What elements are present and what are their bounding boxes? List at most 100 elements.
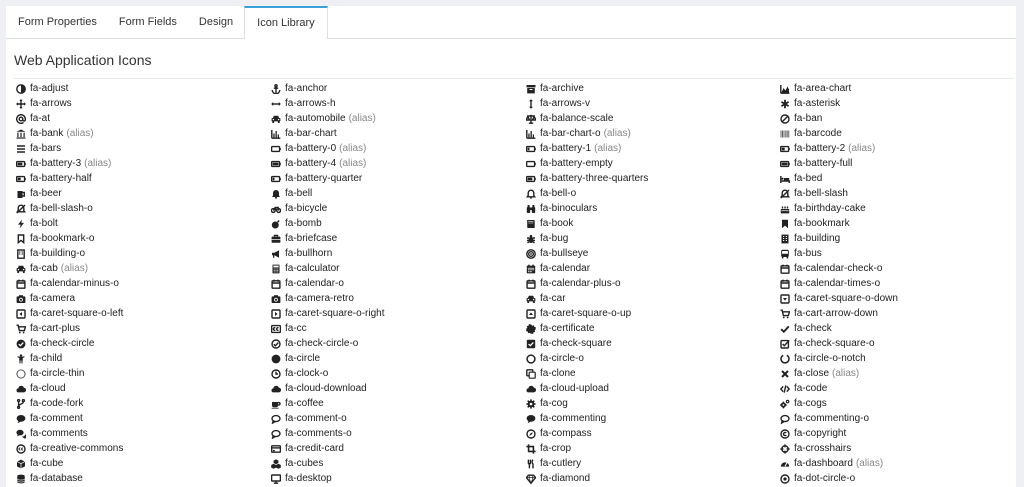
icon-list-item[interactable]: fa-cogs (780, 396, 1010, 411)
icon-list-item[interactable]: fa-clock-o (271, 366, 526, 381)
icon-list-item[interactable]: fa-crosshairs (780, 441, 1010, 456)
icon-list-item[interactable]: fa-database (16, 471, 271, 486)
icon-list-item[interactable]: fa-book (526, 216, 780, 231)
icon-list-item[interactable]: fa-circle-thin (16, 366, 271, 381)
tab-form-properties[interactable]: Form Properties (6, 6, 108, 38)
icon-list-item[interactable]: fa-arrows-h (271, 96, 526, 111)
icon-list-item[interactable]: fa-bed (780, 171, 1010, 186)
icon-list-item[interactable]: fa-calendar-times-o (780, 276, 1010, 291)
icon-list-item[interactable]: fa-circle-o-notch (780, 351, 1010, 366)
icon-list-item[interactable]: fa-arrows (16, 96, 271, 111)
icon-list-item[interactable]: fa-creative-commons (16, 441, 271, 456)
icon-list-item[interactable]: fa-caret-square-o-down (780, 291, 1010, 306)
icon-list-item[interactable]: fa-birthday-cake (780, 201, 1010, 216)
icon-list-item[interactable]: fa-bank (alias) (16, 126, 271, 141)
icon-list-item[interactable]: fa-briefcase (271, 231, 526, 246)
icon-list-item[interactable]: fa-comment (16, 411, 271, 426)
icon-list-item[interactable]: fa-bell (271, 186, 526, 201)
icon-list-item[interactable]: fa-arrows-v (526, 96, 780, 111)
icon-list-item[interactable]: fa-camera-retro (271, 291, 526, 306)
icon-list-item[interactable]: fa-calendar-check-o (780, 261, 1010, 276)
icon-list-item[interactable]: fa-bullhorn (271, 246, 526, 261)
icon-list-item[interactable]: fa-archive (526, 81, 780, 96)
icon-list-item[interactable]: fa-commenting (526, 411, 780, 426)
icon-list-item[interactable]: fa-close (alias) (780, 366, 1010, 381)
icon-list-item[interactable]: fa-calendar (526, 261, 780, 276)
icon-list-item[interactable]: fa-bell-o (526, 186, 780, 201)
icon-list-item[interactable]: fa-bookmark-o (16, 231, 271, 246)
icon-list-item[interactable]: fa-caret-square-o-right (271, 306, 526, 321)
icon-list-item[interactable]: fa-cloud (16, 381, 271, 396)
icon-list-item[interactable]: fa-calendar-o (271, 276, 526, 291)
icon-list-item[interactable]: fa-battery-three-quarters (526, 171, 780, 186)
icon-list-item[interactable]: fa-caret-square-o-up (526, 306, 780, 321)
icon-list-item[interactable]: fa-calendar-plus-o (526, 276, 780, 291)
icon-list-item[interactable]: fa-at (16, 111, 271, 126)
icon-list-item[interactable]: fa-battery-2 (alias) (780, 141, 1010, 156)
icon-list-item[interactable]: fa-coffee (271, 396, 526, 411)
icon-list-item[interactable]: fa-bars (16, 141, 271, 156)
icon-list-item[interactable]: fa-battery-4 (alias) (271, 156, 526, 171)
icon-list-item[interactable]: fa-area-chart (780, 81, 1010, 96)
icon-list-item[interactable]: fa-bar-chart-o (alias) (526, 126, 780, 141)
icon-list-item[interactable]: fa-cloud-upload (526, 381, 780, 396)
icon-list-item[interactable]: fa-compass (526, 426, 780, 441)
icon-list-item[interactable]: fa-building (780, 231, 1010, 246)
icon-list-item[interactable]: fa-commenting-o (780, 411, 1010, 426)
icon-list-item[interactable]: fa-cab (alias) (16, 261, 271, 276)
tab-icon-library[interactable]: Icon Library (244, 6, 328, 39)
icon-list-item[interactable]: fa-desktop (271, 471, 526, 486)
icon-list-item[interactable]: fa-anchor (271, 81, 526, 96)
icon-list-item[interactable]: fa-check-circle-o (271, 336, 526, 351)
icon-list-item[interactable]: fa-caret-square-o-left (16, 306, 271, 321)
icon-list-item[interactable]: fa-bullseye (526, 246, 780, 261)
icon-list-item[interactable]: fa-adjust (16, 81, 271, 96)
icon-list-item[interactable]: fa-diamond (526, 471, 780, 486)
icon-list-item[interactable]: fa-asterisk (780, 96, 1010, 111)
icon-list-item[interactable]: fa-dot-circle-o (780, 471, 1010, 486)
icon-list-item[interactable]: fa-cube (16, 456, 271, 471)
icon-list-item[interactable]: fa-comments (16, 426, 271, 441)
icon-list-item[interactable]: fa-circle (271, 351, 526, 366)
icon-list-item[interactable]: fa-cubes (271, 456, 526, 471)
icon-list-item[interactable]: fa-battery-3 (alias) (16, 156, 271, 171)
icon-list-item[interactable]: fa-bicycle (271, 201, 526, 216)
icon-list-item[interactable]: fa-battery-half (16, 171, 271, 186)
icon-list-item[interactable]: fa-bookmark (780, 216, 1010, 231)
icon-list-item[interactable]: fa-code (780, 381, 1010, 396)
icon-list-item[interactable]: fa-cloud-download (271, 381, 526, 396)
icon-list-item[interactable]: fa-cc (271, 321, 526, 336)
icon-list-item[interactable]: fa-battery-0 (alias) (271, 141, 526, 156)
icon-list-item[interactable]: fa-calculator (271, 261, 526, 276)
icon-list-item[interactable]: fa-clone (526, 366, 780, 381)
tab-form-fields[interactable]: Form Fields (108, 6, 188, 38)
icon-list-item[interactable]: fa-binoculars (526, 201, 780, 216)
icon-list-item[interactable]: fa-comment-o (271, 411, 526, 426)
icon-list-item[interactable]: fa-battery-1 (alias) (526, 141, 780, 156)
icon-list-item[interactable]: fa-check-square-o (780, 336, 1010, 351)
icon-list-item[interactable]: fa-bus (780, 246, 1010, 261)
icon-list-item[interactable]: fa-dashboard (alias) (780, 456, 1010, 471)
icon-list-item[interactable]: fa-certificate (526, 321, 780, 336)
icon-list-item[interactable]: fa-automobile (alias) (271, 111, 526, 126)
icon-list-item[interactable]: fa-check-circle (16, 336, 271, 351)
icon-list-item[interactable]: fa-calendar-minus-o (16, 276, 271, 291)
icon-list-item[interactable]: fa-beer (16, 186, 271, 201)
icon-list-item[interactable]: fa-code-fork (16, 396, 271, 411)
tab-design[interactable]: Design (188, 6, 244, 38)
icon-list-item[interactable]: fa-building-o (16, 246, 271, 261)
icon-list-item[interactable]: fa-barcode (780, 126, 1010, 141)
icon-list-item[interactable]: fa-bug (526, 231, 780, 246)
icon-list-item[interactable]: fa-credit-card (271, 441, 526, 456)
icon-list-item[interactable]: fa-camera (16, 291, 271, 306)
icon-list-item[interactable]: fa-cog (526, 396, 780, 411)
icon-list-item[interactable]: fa-car (526, 291, 780, 306)
icon-list-item[interactable]: fa-crop (526, 441, 780, 456)
icon-list-item[interactable]: fa-cart-plus (16, 321, 271, 336)
icon-list-item[interactable]: fa-copyright (780, 426, 1010, 441)
icon-list-item[interactable]: fa-battery-quarter (271, 171, 526, 186)
icon-list-item[interactable]: fa-bell-slash (780, 186, 1010, 201)
icon-list-item[interactable]: fa-ban (780, 111, 1010, 126)
icon-list-item[interactable]: fa-check-square (526, 336, 780, 351)
icon-list-item[interactable]: fa-battery-empty (526, 156, 780, 171)
